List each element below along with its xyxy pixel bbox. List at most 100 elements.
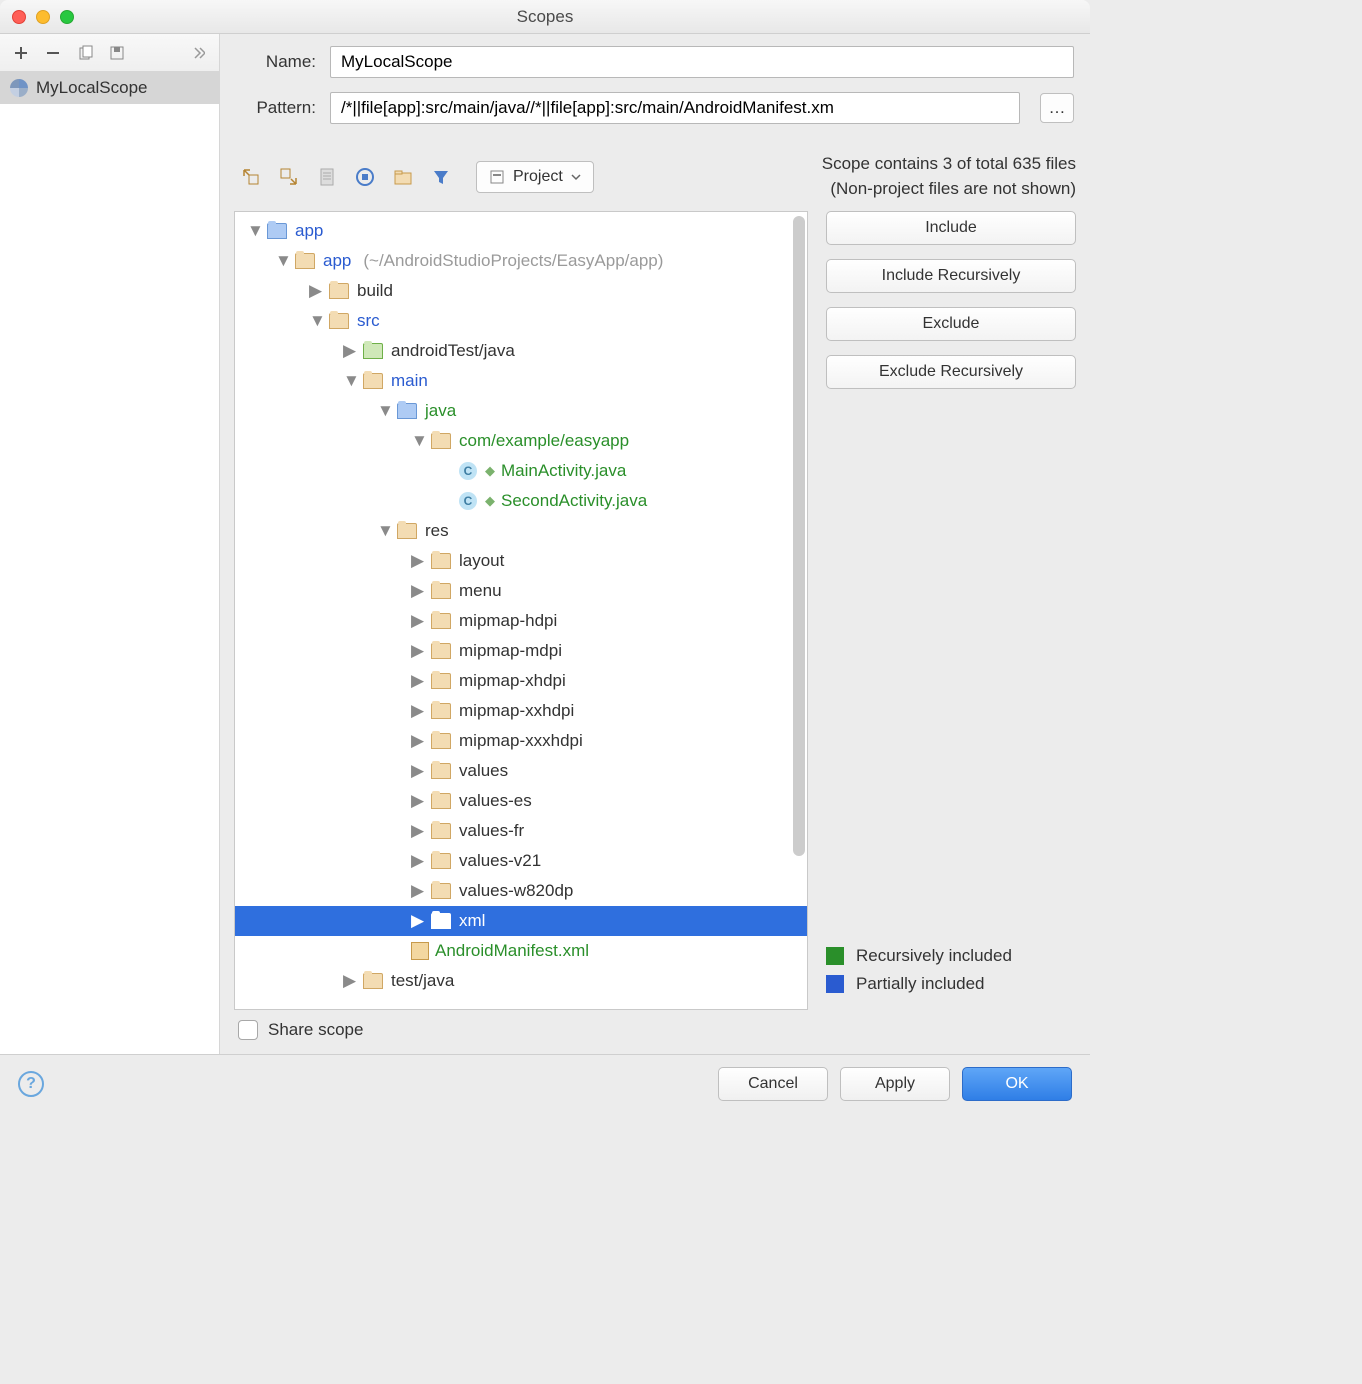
package-view-icon[interactable] [348, 160, 382, 194]
tree-row-build[interactable]: ▶ build [235, 276, 807, 306]
tree-label: menu [459, 581, 502, 601]
chevron-down-icon: ▼ [309, 311, 323, 331]
tree-row[interactable]: ▶mipmap-mdpi [235, 636, 807, 666]
tree-label: xml [459, 911, 485, 931]
vcs-icon: ◆ [485, 463, 495, 479]
help-button[interactable]: ? [18, 1071, 44, 1097]
chevron-right-icon: ▶ [343, 971, 357, 991]
project-icon [489, 169, 505, 185]
chevron-down-icon: ▼ [343, 371, 357, 391]
copy-scope-button[interactable] [72, 40, 98, 66]
tree-row-app-root[interactable]: ▼ app [235, 216, 807, 246]
tree-label: java [425, 401, 456, 421]
exclude-button[interactable]: Exclude [826, 307, 1076, 341]
tree-label: mipmap-xhdpi [459, 671, 566, 691]
folder-icon [329, 283, 349, 299]
files-view-icon[interactable] [310, 160, 344, 194]
tree-label: mipmap-xxhdpi [459, 701, 574, 721]
add-scope-button[interactable] [8, 40, 34, 66]
include-recursively-button[interactable]: Include Recursively [826, 259, 1076, 293]
tree-label: androidTest/java [391, 341, 515, 361]
legend-swatch-recursive [826, 947, 844, 965]
pattern-expand-button[interactable]: … [1040, 93, 1074, 123]
scope-tree[interactable]: ▼ app ▼ app (~/AndroidStudioProjects/Eas… [235, 212, 807, 1009]
tree-row-app-module[interactable]: ▼ app (~/AndroidStudioProjects/EasyApp/a… [235, 246, 807, 276]
tree-row-package[interactable]: ▼ com/example/easyapp [235, 426, 807, 456]
folder-icon [431, 823, 451, 839]
tree-row[interactable]: ▶mipmap-xxxhdpi [235, 726, 807, 756]
folder-icon [363, 973, 383, 989]
exclude-recursively-button[interactable]: Exclude Recursively [826, 355, 1076, 389]
legend-swatch-partial [826, 975, 844, 993]
tree-path: (~/AndroidStudioProjects/EasyApp/app) [363, 251, 663, 271]
folder-icon [397, 403, 417, 419]
tree-row-main[interactable]: ▼ main [235, 366, 807, 396]
tree-row-java[interactable]: ▼ java [235, 396, 807, 426]
tree-row-src[interactable]: ▼ src [235, 306, 807, 336]
sidebar-scope-item[interactable]: MyLocalScope [0, 72, 219, 104]
tree-row-file[interactable]: C ◆ SecondActivity.java [235, 486, 807, 516]
tree-row[interactable]: ▶ mipmap-hdpi [235, 606, 807, 636]
scope-info-line2: (Non-project files are not shown) [822, 177, 1076, 202]
scope-pattern-input[interactable] [330, 92, 1020, 124]
folder-icon [431, 613, 451, 629]
tree-row[interactable]: ▶values [235, 756, 807, 786]
scope-source-dropdown[interactable]: Project [476, 161, 594, 193]
include-button[interactable]: Include [826, 211, 1076, 245]
tree-row-androidtest[interactable]: ▶ androidTest/java [235, 336, 807, 366]
save-scope-button[interactable] [104, 40, 130, 66]
scope-name-input[interactable] [330, 46, 1074, 78]
folder-view-icon[interactable] [386, 160, 420, 194]
tree-row[interactable]: ▶values-es [235, 786, 807, 816]
tree-label: values-es [459, 791, 532, 811]
chevron-down-icon: ▼ [411, 431, 425, 451]
vcs-icon: ◆ [485, 493, 495, 509]
tree-collapse-icon[interactable] [272, 160, 306, 194]
remove-scope-button[interactable] [40, 40, 66, 66]
folder-icon [295, 253, 315, 269]
tree-row-test[interactable]: ▶test/java [235, 966, 807, 996]
filter-icon[interactable] [424, 160, 458, 194]
scope-source-label: Project [513, 168, 563, 186]
tree-row[interactable]: ▶values-v21 [235, 846, 807, 876]
tree-row[interactable]: ▶values-w820dp [235, 876, 807, 906]
folder-icon [363, 373, 383, 389]
folder-icon [431, 553, 451, 569]
tree-scrollbar[interactable] [793, 216, 805, 856]
tree-row[interactable]: ▶mipmap-xhdpi [235, 666, 807, 696]
pattern-label: Pattern: [234, 98, 316, 118]
tree-row[interactable]: ▶mipmap-xxhdpi [235, 696, 807, 726]
titlebar: Scopes [0, 0, 1090, 34]
ok-button[interactable]: OK [962, 1067, 1072, 1101]
chevron-right-icon: ▶ [411, 851, 425, 871]
folder-icon [431, 853, 451, 869]
tree-expand-icon[interactable] [234, 160, 268, 194]
tree-row[interactable]: ▶ menu [235, 576, 807, 606]
collapse-sidebar-button[interactable] [185, 40, 211, 66]
tree-label: MainActivity.java [501, 461, 626, 481]
tree-label: SecondActivity.java [501, 491, 647, 511]
tree-label: res [425, 521, 449, 541]
chevron-down-icon: ▼ [377, 401, 391, 421]
tree-row-res[interactable]: ▼ res [235, 516, 807, 546]
chevron-right-icon: ▶ [411, 611, 425, 631]
apply-button[interactable]: Apply [840, 1067, 950, 1101]
tree-label: build [357, 281, 393, 301]
tree-row-manifest[interactable]: AndroidManifest.xml [235, 936, 807, 966]
tree-row-xml-selected[interactable]: ▶xml [235, 906, 807, 936]
tree-label: app [323, 251, 351, 271]
tree-label: src [357, 311, 380, 331]
sidebar: MyLocalScope [0, 34, 220, 1054]
tree-row-file[interactable]: C ◆ MainActivity.java [235, 456, 807, 486]
sidebar-toolbar [0, 34, 219, 72]
share-scope-checkbox[interactable] [238, 1020, 258, 1040]
share-scope-label: Share scope [268, 1020, 363, 1040]
cancel-button[interactable]: Cancel [718, 1067, 828, 1101]
name-label: Name: [234, 52, 316, 72]
tree-row[interactable]: ▶layout [235, 546, 807, 576]
tree-row[interactable]: ▶values-fr [235, 816, 807, 846]
tree-label: mipmap-xxxhdpi [459, 731, 583, 751]
tree-label: mipmap-hdpi [459, 611, 557, 631]
chevron-right-icon: ▶ [411, 581, 425, 601]
legend-partially-label: Partially included [856, 974, 985, 994]
